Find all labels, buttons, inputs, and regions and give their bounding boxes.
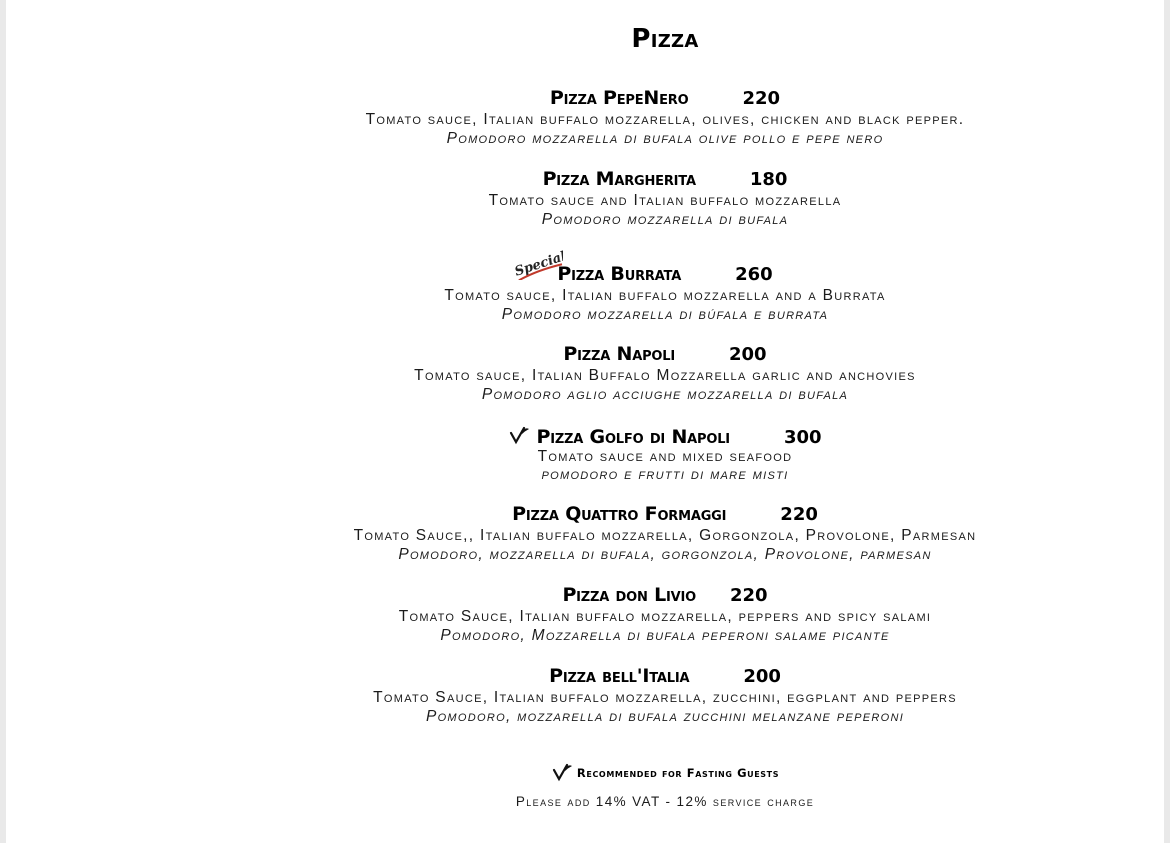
item-italian-description: Pomodoro mozzarella di búfala e burrata — [501, 306, 829, 323]
menu-item-margherita: Pizza Margherita 180 Tomato sauce and It… — [6, 167, 1170, 230]
item-price: 220 — [729, 585, 768, 606]
item-italian-description: pomodoro e frutti di mare misti — [541, 466, 789, 483]
item-description: Tomato sauce, Italian Buffalo Mozzarella… — [414, 367, 916, 384]
item-italian-description: Pomodoro, mozzarella di bufala zucchini … — [425, 708, 905, 725]
item-description: Tomato Sauce, Italian buffalo mozzarella… — [373, 689, 957, 706]
item-name: Pizza Burrata — [557, 263, 682, 285]
item-price: 220 — [742, 88, 781, 109]
item-italian-description: Pomodoro mozzarella di bufala — [541, 211, 789, 228]
menu-page: Pizza Pizza PepeNero 220 Tomato sauce, I… — [6, 0, 1164, 843]
item-price: 220 — [780, 504, 818, 525]
menu-item-bell-italia: Pizza bell'Italia 200 Tomato Sauce, Ital… — [6, 664, 1170, 727]
item-name: Pizza Margherita — [542, 168, 696, 190]
item-price: 180 — [749, 169, 788, 190]
item-name: Pizza Golfo di Napoli — [536, 426, 730, 448]
item-price: 200 — [743, 666, 781, 687]
item-name: Pizza Quattro Formaggi — [512, 503, 727, 525]
item-name: Pizza PepeNero — [549, 87, 689, 109]
menu-item-napoli: Pizza Napoli 200 Tomato sauce, Italian B… — [6, 342, 1170, 405]
fasting-legend-text: Recommended for Fasting Guests — [576, 766, 780, 780]
item-italian-description: Pomodoro, Mozzarella di bufala peperoni … — [440, 627, 890, 644]
fasting-leaf-icon — [552, 763, 572, 782]
item-description: Tomato Sauce, Italian buffalo mozzarella… — [398, 608, 932, 625]
menu-title: Pizza — [631, 24, 699, 54]
fasting-leaf-icon — [510, 426, 530, 445]
menu-item-quattro-formaggi: Pizza Quattro Formaggi 220 Tomato Sauce,… — [6, 502, 1170, 565]
item-description: Tomato sauce and Italian buffalo mozzare… — [488, 192, 842, 209]
fasting-legend: Recommended for Fasting Guests — [6, 758, 1170, 782]
menu-item-burrata: Pizza Burrata 260 Tomato sauce, Italian … — [6, 262, 1170, 325]
item-name: Pizza Napoli — [563, 343, 675, 365]
menu-content: Pizza Pizza PepeNero 220 Tomato sauce, I… — [6, 0, 1164, 843]
item-description: Tomato sauce, Italian buffalo mozzarella… — [444, 287, 886, 304]
item-italian-description: Pomodoro aglio acciughe mozzarella di bu… — [481, 386, 849, 403]
item-name: Pizza don Livio — [562, 584, 696, 606]
vat-note: Please add 14% VAT - 12% service charge — [515, 794, 815, 809]
menu-item-don-livio: Pizza don Livio 220 Tomato Sauce, Italia… — [6, 583, 1170, 646]
item-italian-description: Pomodoro mozzarella di bufala olive poll… — [446, 130, 884, 147]
item-name: Pizza bell'Italia — [549, 665, 690, 687]
item-price: 200 — [728, 344, 767, 365]
item-description: Tomato sauce, Italian buffalo mozzarella… — [365, 111, 965, 128]
item-description: Tomato Sauce,, Italian buffalo mozzarell… — [353, 527, 977, 544]
menu-item-pepenero: Pizza PepeNero 220 Tomato sauce, Italian… — [6, 86, 1170, 149]
item-italian-description: Pomodoro, mozzarella di bufala, gorgonzo… — [398, 546, 932, 563]
menu-item-golfo-di-napoli: Pizza Golfo di Napoli 300 Tomato sauce a… — [6, 423, 1170, 484]
item-description: Tomato sauce and mixed seafood — [537, 448, 793, 465]
item-price: 260 — [735, 264, 773, 285]
